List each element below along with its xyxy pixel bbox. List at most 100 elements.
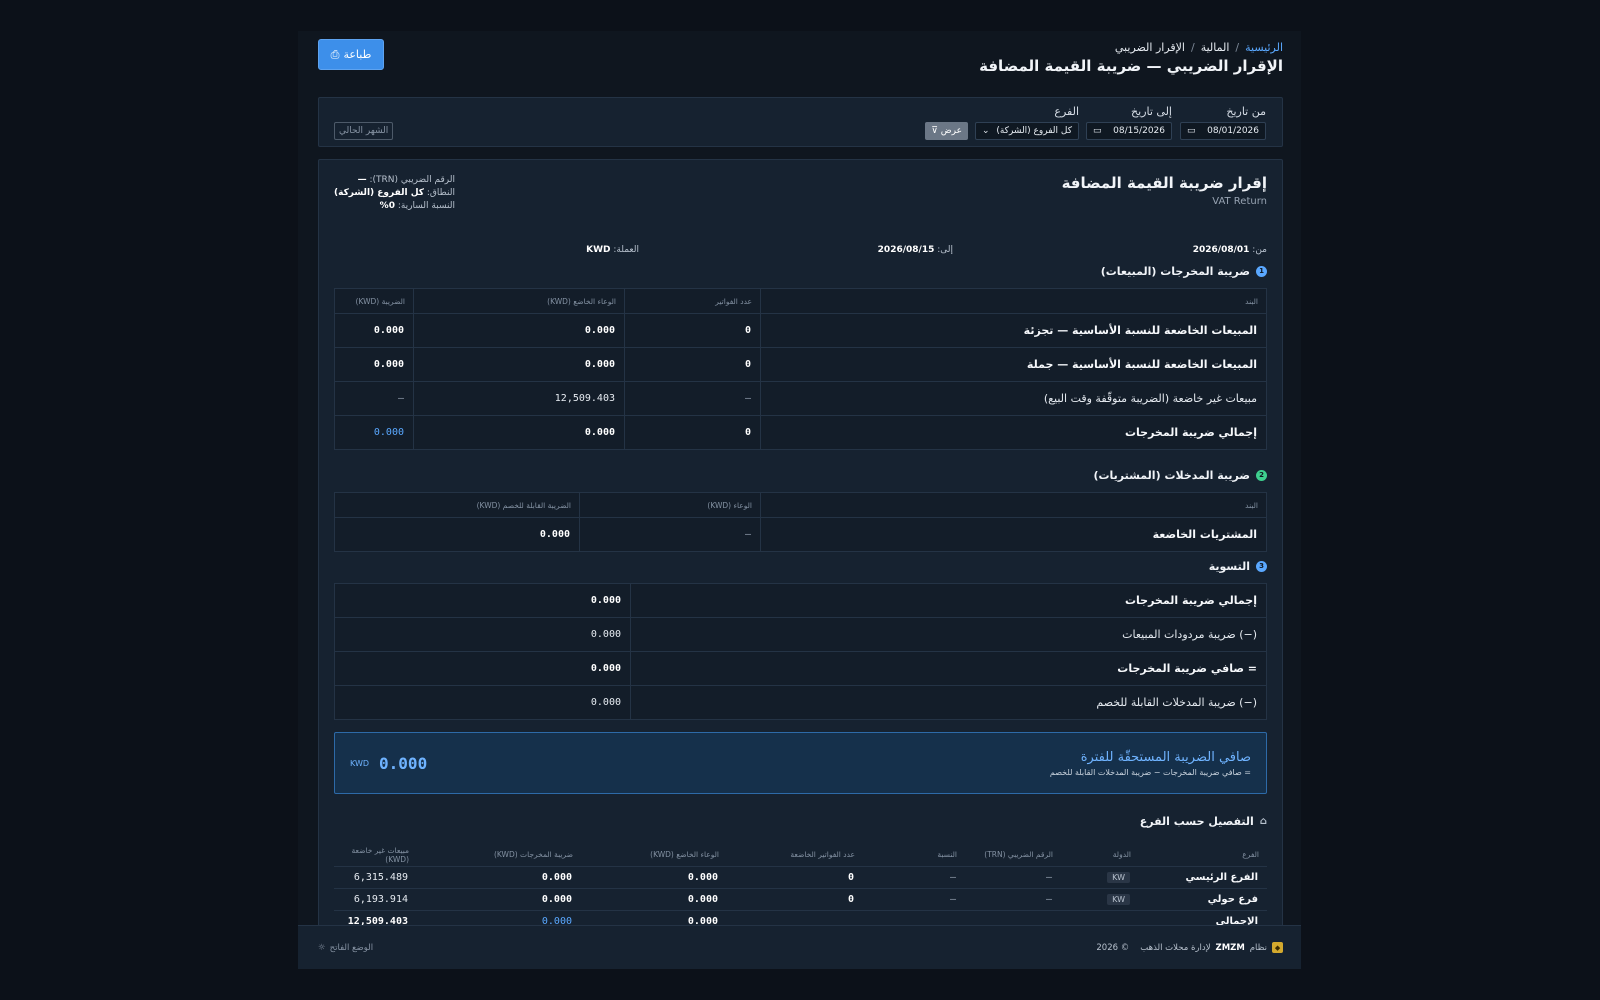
period-to-label: إلى:: [937, 245, 953, 255]
from-date-value: 08/01/2026: [1207, 126, 1259, 136]
net-tax-text: صافي الضريبة المستحقّة للفترة = صافي ضري…: [1050, 750, 1251, 777]
to-date-value: 08/15/2026: [1113, 126, 1165, 136]
page-title: الإقرار الضريبي — ضريبة القيمة المضافة: [979, 57, 1283, 75]
app-frame: الرئيسية / المالية / الإقرار الضريبي الإ…: [298, 31, 1301, 969]
net-tax-title: صافي الضريبة المستحقّة للفترة: [1080, 749, 1251, 765]
net-tax-box: صافي الضريبة المستحقّة للفترة = صافي ضري…: [334, 732, 1267, 794]
table-row: مبيعات غير خاضعة (الضريبة متوقّفة وقت ال…: [334, 381, 1267, 416]
branch-country: KW: [1061, 866, 1139, 889]
from-date-input[interactable]: 08/01/2026 ▭: [1180, 122, 1266, 140]
row-label: = صافي ضريبة المخرجات: [630, 651, 1267, 686]
branch-name: الفرع الرئيسي: [1139, 866, 1267, 889]
breadcrumb-finance[interactable]: المالية: [1201, 41, 1230, 54]
scope-value: كل الفروع (الشركة): [334, 188, 424, 198]
page-header: الرئيسية / المالية / الإقرار الضريبي الإ…: [318, 39, 1283, 89]
content-area: الرئيسية / المالية / الإقرار الضريبي الإ…: [298, 31, 1301, 925]
section-number-badge: 2: [1256, 469, 1267, 481]
row-tax: 0.000: [334, 313, 414, 348]
table-row: (−) ضريبة المدخلات القابلة للخصم 0.000: [335, 685, 1267, 720]
output-section-label: ضريبة المخرجات (المبيعات): [1100, 264, 1250, 278]
breadcrumb: الرئيسية / المالية / الإقرار الضريبي: [979, 41, 1283, 54]
show-button[interactable]: عرض ⊽: [925, 122, 968, 140]
footer-brand: ◆ نظام ZMZM لإدارة محلات الذهب © 2026: [1096, 942, 1283, 953]
col-item: البند: [760, 288, 1267, 314]
scope-row: النطاق: كل الفروع (الشركة): [334, 187, 455, 200]
net-tax-value: 0.000 KWD: [350, 754, 427, 773]
row-value: 0.000: [334, 583, 631, 618]
report-meta: الرقم الضريبي (TRN): — النطاق: كل الفروع…: [334, 174, 455, 240]
col-country: الدولة: [1061, 844, 1139, 867]
col-base: الوعاء (KWD): [579, 492, 761, 518]
settlement-section-label: التسوية: [1208, 559, 1250, 573]
row-value: 0.000: [334, 617, 631, 652]
rate-label: النسبة السارية:: [397, 201, 455, 211]
table-row: الفرع الرئيسي KW — — 0 0.000 0.000 6,315…: [334, 866, 1267, 889]
from-date-label: من تاريخ: [1226, 105, 1266, 118]
branch-rate: —: [863, 888, 965, 911]
output-section-title: 1 ضريبة المخرجات (المبيعات): [334, 260, 1267, 282]
row-base: 0.000: [413, 415, 625, 450]
to-date-label: إلى تاريخ: [1131, 105, 1172, 118]
report-title-block: إقرار ضريبة القيمة المضافة VAT Return: [1062, 174, 1267, 240]
table-row-total: إجمالي ضريبة المخرجات 0 0.000 0.000: [335, 415, 1267, 450]
col-taxable-base: الوعاء الخاضع (KWD): [413, 288, 625, 314]
col-deductible-tax: الضريبة القابلة للخصم (KWD): [334, 492, 580, 518]
branch-select[interactable]: كل الفروع (الشركة) ⌄: [975, 122, 1079, 140]
settlement-section-title: 3 التسوية: [334, 555, 1267, 577]
row-label: المبيعات الخاضعة للنسبة الأساسية — جملة: [760, 347, 1267, 382]
input-section-title: 2 ضريبة المدخلات (المشتريات): [334, 464, 1267, 486]
period-from-value: 2026/08/01: [1192, 245, 1250, 255]
breadcrumb-home[interactable]: الرئيسية: [1245, 41, 1283, 54]
table-row: فرع حولي KW — — 0 0.000 0.000 6,193.914: [334, 888, 1267, 911]
net-tax-formula: = صافي ضريبة المخرجات − ضريبة المدخلات ا…: [1049, 767, 1251, 777]
branch-breakdown-table: الفرع الدولة الرقم الضريبي (TRN) النسبة …: [334, 844, 1267, 925]
calendar-icon: ▭: [1187, 126, 1196, 136]
table-row: المبيعات الخاضعة للنسبة الأساسية — جملة …: [334, 347, 1267, 382]
branch-name: فرع حولي: [1139, 888, 1267, 911]
footer-year: © 2026: [1096, 942, 1130, 953]
breadcrumb-separator: /: [1235, 41, 1240, 54]
footer: ◆ نظام ZMZM لإدارة محلات الذهب © 2026 ال…: [298, 925, 1301, 969]
row-tax: 0.000: [334, 347, 414, 382]
branch-trn: —: [965, 866, 1061, 889]
table-row: = صافي ضريبة المخرجات 0.000: [334, 651, 1267, 686]
branch-tax: 0.000: [417, 866, 581, 889]
theme-toggle[interactable]: الوضع الفاتح ☼: [318, 943, 373, 953]
branch-label: الفرع: [1054, 105, 1079, 118]
row-base: 12,509.403: [413, 381, 625, 416]
rate-value: 0%: [379, 201, 395, 211]
row-value: 0.000: [334, 651, 631, 686]
trn-row: الرقم الضريبي (TRN): —: [334, 174, 455, 187]
row-label: إجمالي ضريبة المخرجات: [760, 415, 1267, 450]
scope-label: النطاق:: [426, 188, 455, 198]
branch-tax: 0.000: [417, 888, 581, 911]
print-button[interactable]: طباعة ⎙: [318, 39, 384, 70]
row-tax: 0.000: [539, 529, 570, 540]
row-base: 0.000: [413, 347, 625, 382]
to-date-input[interactable]: 08/15/2026 ▭: [1086, 122, 1172, 140]
net-tax-amount: 0.000: [379, 753, 428, 773]
branch-section-label: التفصيل حسب الفرع: [1139, 814, 1254, 828]
current-month-button[interactable]: الشهر الحالي: [334, 122, 394, 140]
row-tax: 0.000: [373, 427, 404, 438]
breadcrumb-separator: /: [1190, 41, 1195, 54]
bank-icon: ⌂: [1259, 815, 1267, 827]
footer-desc: لإدارة محلات الذهب: [1140, 942, 1211, 953]
col-rate: النسبة: [863, 844, 965, 867]
footer-brand-name: ZMZM: [1215, 942, 1245, 953]
logo-icon: ◆: [1272, 942, 1283, 953]
col-output-tax: ضريبة المخرجات (KWD): [417, 844, 581, 867]
filter-icon: ⊽: [931, 126, 938, 136]
section-number-badge: 1: [1256, 265, 1267, 277]
period-to: إلى: 2026/08/15: [878, 245, 953, 255]
output-tax-table: البند عدد الفواتير الوعاء الخاضع (KWD) ا…: [334, 288, 1267, 450]
col-taxable-count: عدد الفواتير الخاضعة: [727, 844, 863, 867]
report-subtitle: VAT Return: [1212, 196, 1267, 207]
branch-base: 0.000: [581, 866, 727, 889]
branch-untaxed: 6,315.489: [334, 866, 417, 889]
calendar-icon: ▭: [1093, 126, 1102, 136]
period-from: من: 2026/08/01: [1193, 245, 1267, 255]
row-count: 0: [624, 415, 761, 450]
row-label: المبيعات الخاضعة للنسبة الأساسية — تجزئة: [760, 313, 1267, 348]
table-row: المشتريات الخاضعة — 0.000: [335, 517, 1267, 552]
